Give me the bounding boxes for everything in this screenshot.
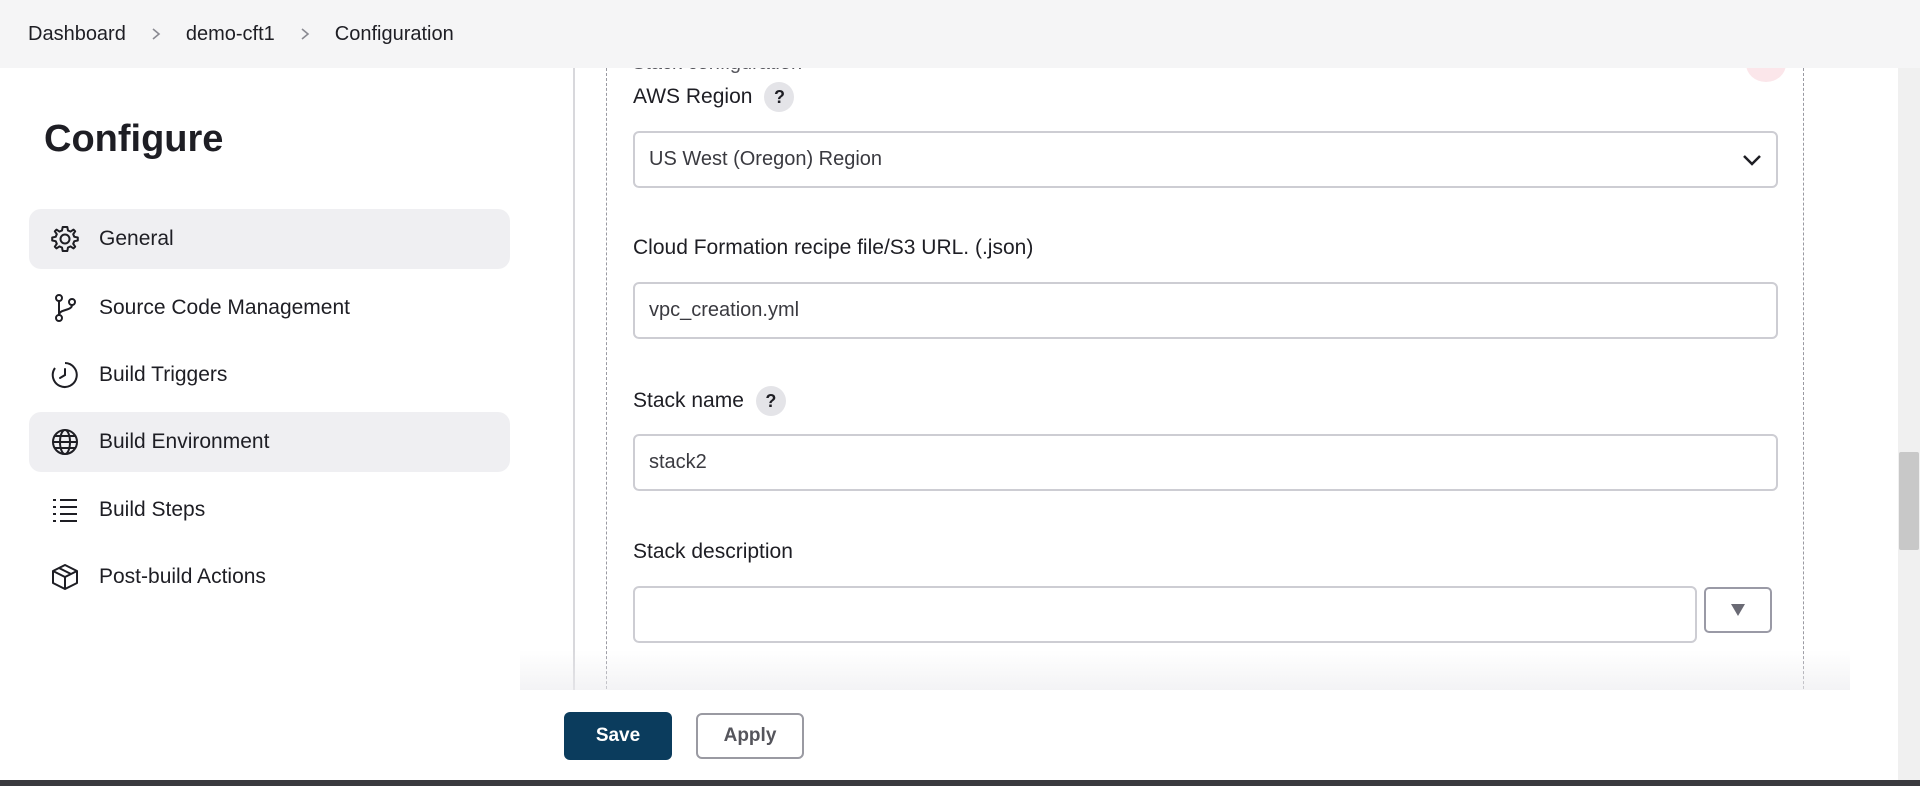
page-title: Configure	[44, 118, 224, 160]
save-button[interactable]: Save	[564, 712, 672, 760]
chevron-down-icon	[1743, 154, 1761, 166]
sidebar-item-build-environment[interactable]: Build Environment	[29, 412, 510, 472]
field-label-text: Stack description	[633, 540, 793, 563]
sidebar-item-label: Post-build Actions	[99, 565, 266, 588]
field-label-text: Cloud Formation recipe file/S3 URL. (.js…	[633, 236, 1034, 259]
expand-textarea-button[interactable]	[1704, 587, 1772, 633]
sidebar-divider	[573, 68, 575, 704]
sidebar-item-label: Build Environment	[99, 430, 270, 453]
breadcrumb-job[interactable]: demo-cft1	[186, 23, 275, 46]
aws-region-label: AWS Region ?	[633, 82, 795, 112]
sidebar-item-label: Source Code Management	[99, 296, 350, 319]
stack-description-label: Stack description	[633, 540, 793, 564]
help-icon[interactable]: ?	[755, 386, 786, 416]
apply-button[interactable]: Apply	[696, 713, 804, 759]
scrollbar-track[interactable]	[1898, 68, 1920, 780]
select-value: US West (Oregon) Region	[649, 148, 883, 170]
sidebar-item-label: General	[99, 227, 174, 250]
recipe-file-label: Cloud Formation recipe file/S3 URL. (.js…	[633, 236, 1033, 260]
branch-icon	[49, 292, 81, 324]
recipe-file-input[interactable]	[633, 282, 1778, 339]
list-icon	[49, 494, 81, 526]
sidebar-item-post-build-actions[interactable]: Post-build Actions	[29, 547, 510, 607]
breadcrumb-configuration: Configuration	[334, 22, 454, 45]
sidebar-item-source-code-management[interactable]: Source Code Management	[29, 278, 510, 338]
package-icon	[49, 561, 81, 593]
breadcrumb-dashboard[interactable]: Dashboard	[28, 23, 126, 46]
stack-name-label: Stack name ?	[633, 386, 786, 416]
field-label-text: AWS Region	[633, 85, 753, 108]
sidebar-item-label: Build Steps	[99, 498, 206, 521]
sidebar-item-label: Build Triggers	[99, 363, 228, 386]
gear-icon	[49, 223, 81, 255]
sidebar-item-build-triggers[interactable]: Build Triggers	[29, 345, 510, 405]
help-icon[interactable]: ?	[764, 82, 795, 112]
field-label-text: Stack name	[633, 389, 744, 412]
globe-icon	[49, 426, 81, 458]
chevron-right-icon	[299, 28, 311, 40]
aws-region-select[interactable]: US West (Oregon) Region	[633, 131, 1778, 188]
scrollbar-thumb[interactable]	[1899, 452, 1919, 550]
sidebar-item-build-steps[interactable]: Build Steps	[29, 480, 510, 540]
stack-description-input[interactable]	[633, 586, 1697, 643]
chevron-right-icon	[150, 28, 162, 40]
breadcrumb: Dashboard demo-cft1 Configuration	[0, 0, 1920, 68]
window-bottom-edge	[0, 780, 1920, 786]
clock-icon	[49, 359, 81, 391]
bottom-app-bar	[0, 690, 1898, 782]
sidebar-item-general[interactable]: General	[29, 209, 510, 269]
stack-name-input[interactable]	[633, 434, 1778, 491]
footer-shadow	[520, 650, 1850, 690]
triangle-down-icon	[1731, 604, 1745, 616]
